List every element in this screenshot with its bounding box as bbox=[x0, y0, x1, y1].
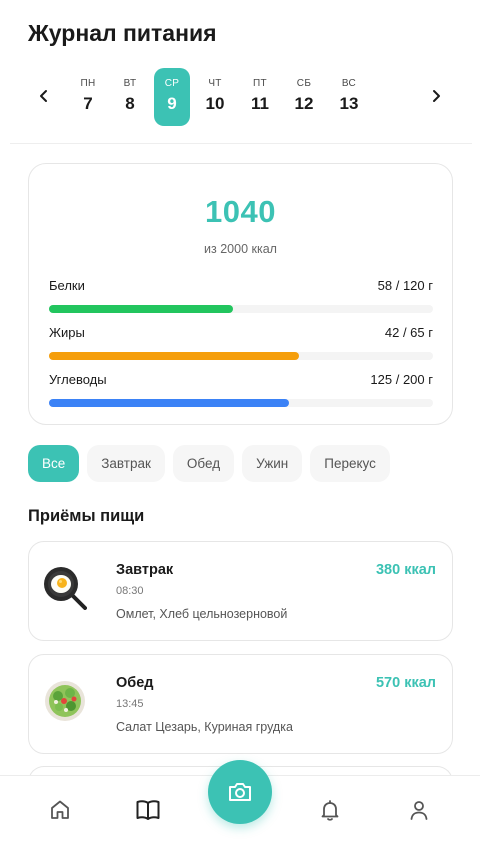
profile-icon bbox=[410, 801, 428, 820]
meal-items: Омлет, Хлеб цельнозерновой bbox=[116, 607, 288, 621]
meal-calories: 570 ккал bbox=[375, 675, 436, 691]
camera-icon bbox=[229, 783, 251, 801]
day-sat[interactable]: СБ 12 bbox=[286, 68, 322, 126]
meal-card-lunch[interactable]: Обед 13:45 Салат Цезарь, Куриная грудка … bbox=[28, 654, 453, 754]
day-label: ВС bbox=[341, 78, 357, 89]
macro-carbs: Углеводы 125 / 200 г bbox=[49, 372, 433, 407]
section-title: Приёмы пищи bbox=[28, 507, 145, 525]
meal-filter-chips: Все Завтрак Обед Ужин Перекус bbox=[28, 445, 398, 482]
calorie-summary-card: 1040 из 2000 ккал Белки 58 / 120 г Жиры … bbox=[28, 163, 453, 425]
day-label: ПН bbox=[80, 78, 96, 89]
divider bbox=[10, 143, 472, 144]
day-fri[interactable]: ПТ 11 bbox=[242, 68, 278, 126]
tab-home[interactable] bbox=[46, 796, 74, 824]
page-title: Журнал питания bbox=[28, 20, 217, 46]
day-number: 12 bbox=[294, 94, 314, 113]
home-icon bbox=[51, 800, 69, 819]
meal-name: Завтрак bbox=[116, 562, 174, 578]
day-label: ЧТ bbox=[208, 78, 222, 89]
macro-progress-fill bbox=[49, 399, 289, 407]
meal-time: 13:45 bbox=[116, 698, 144, 710]
day-wed[interactable]: СР 9 bbox=[154, 68, 190, 126]
calories-consumed: 1040 bbox=[205, 194, 276, 229]
meal-card-breakfast[interactable]: Завтрак 08:30 Омлет, Хлеб цельнозерновой… bbox=[28, 541, 453, 641]
tab-notifications[interactable] bbox=[316, 796, 344, 824]
macro-protein: Белки 58 / 120 г bbox=[49, 278, 433, 313]
macro-fat: Жиры 42 / 65 г bbox=[49, 325, 433, 360]
meal-time: 08:30 bbox=[116, 585, 144, 597]
day-label: СБ bbox=[296, 78, 312, 89]
next-week-button[interactable] bbox=[424, 84, 448, 108]
meal-calories: 380 ккал bbox=[375, 562, 436, 578]
week-selector: ПН 7 ВТ 8 СР 9 ЧТ 10 ПТ 11 СБ 12 ВС 13 bbox=[0, 64, 480, 130]
day-number: 10 bbox=[205, 94, 225, 113]
filter-chip-dinner[interactable]: Ужин bbox=[242, 445, 303, 482]
book-icon bbox=[136, 800, 160, 820]
chevron-left-icon bbox=[40, 90, 47, 102]
filter-chip-snack[interactable]: Перекус bbox=[310, 445, 390, 482]
bell-icon bbox=[321, 800, 339, 821]
filter-chip-all[interactable]: Все bbox=[28, 445, 80, 482]
macro-progress-track bbox=[49, 305, 433, 313]
prev-week-button[interactable] bbox=[32, 84, 56, 108]
macro-label: Жиры bbox=[49, 325, 85, 340]
day-label: СР bbox=[164, 78, 180, 89]
frying-pan-egg-icon bbox=[44, 567, 87, 610]
camera-button[interactable] bbox=[208, 760, 272, 824]
day-number: 13 bbox=[339, 94, 359, 113]
day-label: ВТ bbox=[123, 78, 137, 89]
tab-profile[interactable] bbox=[405, 796, 433, 824]
day-number: 7 bbox=[83, 94, 93, 113]
day-thu[interactable]: ЧТ 10 bbox=[197, 68, 233, 126]
meal-name: Обед bbox=[116, 675, 154, 691]
day-number: 8 bbox=[125, 94, 135, 113]
day-sun[interactable]: ВС 13 bbox=[331, 68, 367, 126]
chevron-right-icon bbox=[433, 90, 440, 102]
macro-label: Белки bbox=[49, 278, 85, 293]
calorie-goal: из 2000 ккал bbox=[204, 242, 277, 256]
day-label: ПТ bbox=[253, 78, 267, 89]
macro-value: 42 / 65 г bbox=[384, 325, 433, 340]
macro-progress-track bbox=[49, 399, 433, 407]
meal-items: Салат Цезарь, Куриная грудка bbox=[116, 720, 293, 734]
macro-value: 58 / 120 г bbox=[377, 278, 433, 293]
day-tue[interactable]: ВТ 8 bbox=[112, 68, 148, 126]
macro-progress-fill bbox=[49, 352, 299, 360]
macro-progress-track bbox=[49, 352, 433, 360]
day-mon[interactable]: ПН 7 bbox=[70, 68, 106, 126]
macro-value: 125 / 200 г bbox=[370, 372, 433, 387]
filter-chip-lunch[interactable]: Обед bbox=[172, 445, 235, 482]
filter-chip-breakfast[interactable]: Завтрак bbox=[87, 445, 165, 482]
macro-label: Углеводы bbox=[49, 372, 107, 387]
tab-journal[interactable] bbox=[134, 796, 162, 824]
macro-progress-fill bbox=[49, 305, 234, 313]
day-number: 11 bbox=[251, 94, 269, 113]
day-number: 9 bbox=[167, 94, 177, 113]
salad-bowl-icon bbox=[45, 681, 85, 721]
